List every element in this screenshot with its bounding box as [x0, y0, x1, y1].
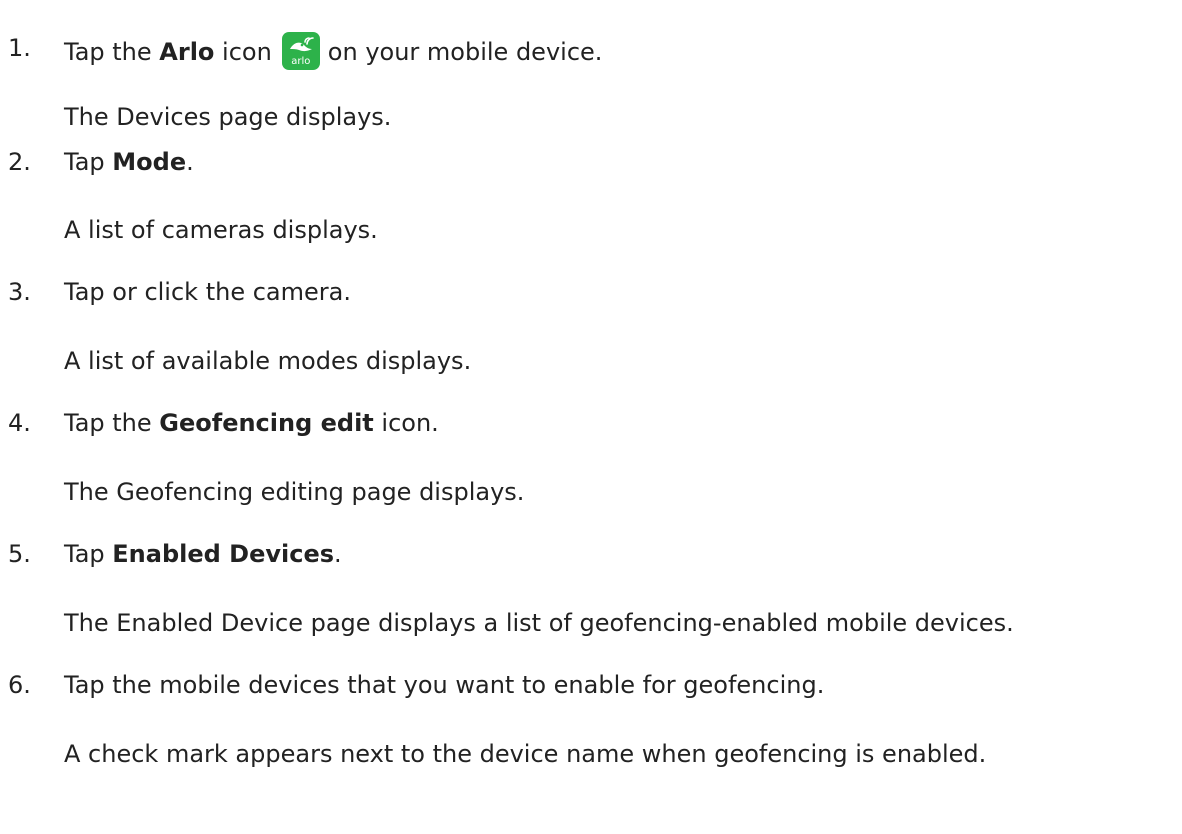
step-number: 6.: [8, 671, 31, 699]
instruction-text: Tap: [64, 148, 113, 176]
step-result: A check mark appears next to the device …: [64, 740, 987, 768]
instruction-text: .: [186, 148, 194, 176]
arlo-logo-word: arlo: [291, 56, 311, 67]
step-instruction: Tap or click the camera.: [64, 278, 351, 306]
step-instruction: Tap the Geofencing edit icon.: [64, 407, 439, 439]
step-result: A list of cameras displays.: [64, 216, 378, 244]
step-instruction: Tap Mode.: [64, 146, 194, 178]
instruction-text: icon: [214, 38, 272, 66]
step-number: 5.: [8, 540, 31, 568]
step-number: 4.: [8, 409, 31, 437]
arlo-app-icon: arlo: [281, 32, 320, 70]
instruction-bold-text: Mode: [112, 148, 187, 176]
step-instruction: Tap the mobile devices that you want to …: [64, 671, 825, 699]
step-result: The Enabled Device page displays a list …: [64, 609, 1014, 637]
instruction-text: Tap the: [64, 409, 160, 437]
instruction-text: Tap: [64, 540, 113, 568]
step-result: The Devices page displays.: [64, 103, 392, 131]
instruction-text: on your mobile device.: [327, 38, 603, 66]
instruction-text: Tap the: [64, 38, 160, 66]
instruction-steps: 1. Tap the Arlo icon arlo on your mobile d…: [0, 0, 1182, 834]
step-result: The Geofencing editing page displays.: [64, 478, 525, 506]
step-number: 1.: [8, 34, 31, 62]
instruction-text: .: [334, 540, 342, 568]
instruction-bold-text: Enabled Devices: [112, 540, 335, 568]
instruction-bold-text: Geofencing edit: [159, 409, 374, 437]
step-number: 3.: [8, 278, 31, 306]
instruction-bold-text: Arlo: [159, 38, 215, 66]
step-result: A list of available modes displays.: [64, 347, 472, 375]
bird-icon: [289, 37, 314, 52]
step-number: 2.: [8, 148, 31, 176]
step-instruction: Tap the Arlo icon arlo on your mobile devi…: [64, 32, 602, 70]
instruction-text: icon.: [373, 409, 439, 437]
step-instruction: Tap Enabled Devices.: [64, 538, 342, 570]
